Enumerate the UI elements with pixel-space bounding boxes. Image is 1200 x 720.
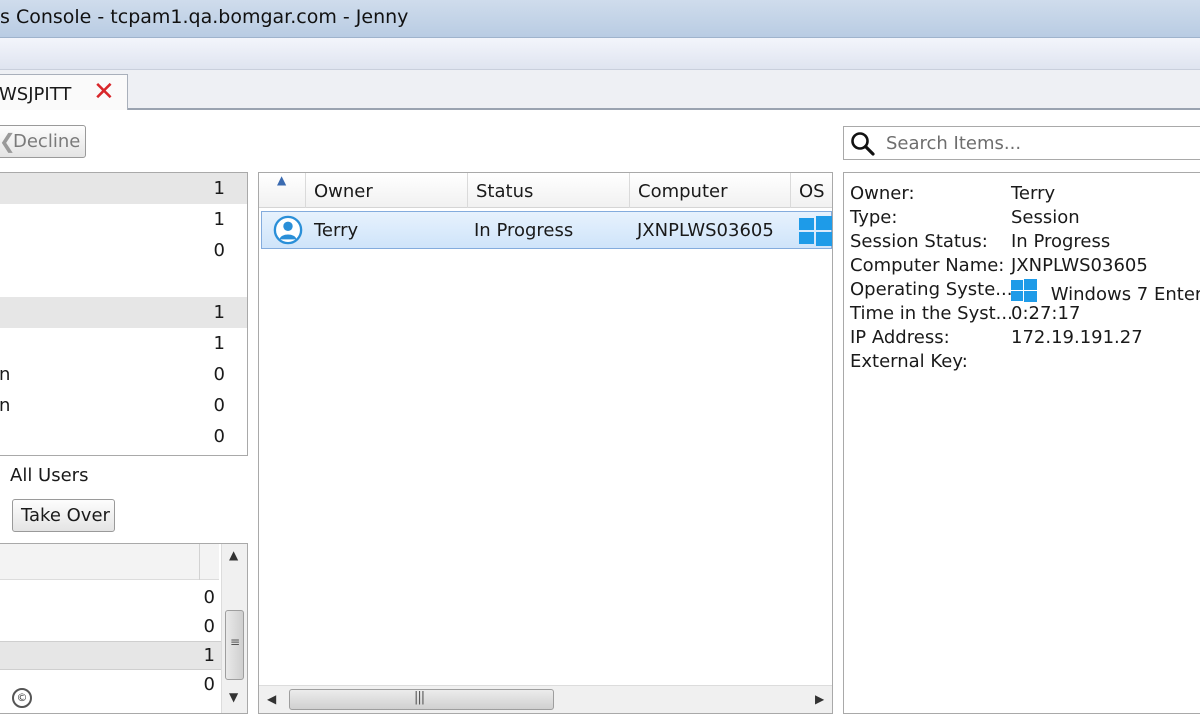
detail-key: IP Address:: [850, 327, 950, 348]
detail-value: 0:27:17: [1011, 303, 1081, 324]
column-header-icon[interactable]: ▲: [259, 173, 306, 208]
sessions-grid: ▲ Owner Status Computer OS Terry In Prog…: [258, 172, 833, 714]
queue-row[interactable]: 0: [0, 421, 247, 452]
queue-row-label: n: [0, 395, 11, 416]
list-item-count: 0: [203, 587, 215, 608]
horizontal-scrollbar[interactable]: ◀ ||| ▶: [259, 685, 832, 713]
list-item-count: 0: [203, 616, 215, 637]
queue-row-count: 0: [213, 395, 225, 416]
session-computer: JXNPLWS03605: [637, 220, 774, 241]
queue-row-count: 0: [213, 364, 225, 385]
column-header-label: Computer: [638, 181, 728, 202]
detail-value: Session: [1011, 207, 1080, 228]
search-input[interactable]: [886, 131, 1186, 155]
detail-value: 172.19.191.27: [1011, 327, 1143, 348]
session-status: In Progress: [474, 220, 574, 241]
queue-list: 1 1 0 1 1 n 0 n 0 0: [0, 172, 248, 456]
menu-bar: [0, 38, 1200, 70]
detail-key: Time in the Syst...: [850, 303, 1013, 324]
column-header-computer[interactable]: Computer: [630, 173, 791, 208]
queue-row[interactable]: 1: [0, 297, 247, 328]
detail-value: Windows 7 Enterp: [1050, 284, 1200, 305]
list-item-count: 1: [203, 645, 215, 666]
window-title: s Console - tcpam1.qa.bomgar.com - Jenny: [0, 6, 409, 28]
detail-key: External Key:: [850, 351, 968, 372]
take-over-button[interactable]: Take Over: [12, 499, 115, 532]
take-over-label: Take Over: [21, 505, 110, 526]
scroll-right-icon[interactable]: ▶: [815, 692, 824, 706]
grip-icon: |||: [414, 690, 425, 705]
column-header-label: Owner: [314, 181, 373, 202]
queue-row[interactable]: 1: [0, 204, 247, 235]
session-tab-label: WSJPITT: [0, 84, 72, 105]
decline-label: Decline: [13, 131, 81, 152]
column-header-status[interactable]: Status: [468, 173, 630, 208]
list-item[interactable]: 0: [0, 613, 221, 642]
detail-key: Owner:: [850, 183, 915, 204]
scroll-left-icon[interactable]: ◀: [267, 692, 276, 706]
windows-icon: [1011, 279, 1037, 302]
column-header-owner[interactable]: Owner: [306, 173, 468, 208]
title-bar: s Console - tcpam1.qa.bomgar.com - Jenny: [0, 0, 1200, 38]
queue-row-count: 0: [213, 426, 225, 447]
close-icon[interactable]: ✕: [93, 77, 115, 107]
scroll-up-icon[interactable]: ▲: [229, 548, 238, 562]
representative-list-header[interactable]: [0, 544, 219, 580]
queue-row-count: 1: [213, 178, 225, 199]
queue-row[interactable]: 1: [0, 173, 247, 204]
list-item[interactable]: 0: [0, 584, 221, 613]
all-users-label: All Users: [10, 465, 89, 486]
detail-value: JXNPLWS03605: [1011, 255, 1148, 276]
scroll-thumb[interactable]: ≡: [225, 610, 244, 680]
detail-value: Terry: [1011, 183, 1056, 204]
chat-icon[interactable]: ©: [12, 688, 32, 708]
column-header-label: Status: [476, 181, 534, 202]
detail-key: Session Status:: [850, 231, 988, 252]
session-tab[interactable]: WSJPITT ✕: [0, 74, 128, 112]
vertical-scrollbar[interactable]: ▲ ≡ ▼: [221, 544, 247, 713]
session-tab-strip: WSJPITT ✕: [0, 70, 1200, 112]
queue-row-count: 1: [213, 209, 225, 230]
representative-list: 0 0 1 0 ▲ ≡ ▼: [0, 543, 248, 714]
queue-row[interactable]: n 0: [0, 390, 247, 421]
column-header-label: OS: [799, 181, 825, 202]
table-row[interactable]: Terry In Progress JXNPLWS03605: [261, 211, 832, 249]
column-header-os[interactable]: OS: [791, 173, 832, 208]
queue-row-count: 1: [213, 333, 225, 354]
list-item[interactable]: 1: [0, 641, 221, 670]
decline-button[interactable]: ❮ Decline: [0, 125, 86, 158]
list-item[interactable]: 0: [0, 671, 221, 700]
detail-value: In Progress: [1011, 231, 1111, 252]
queue-row-count: 0: [213, 240, 225, 261]
queue-row[interactable]: 1: [0, 328, 247, 359]
detail-value-wrapper: Windows 7 Enterp: [1011, 279, 1200, 305]
queue-row[interactable]: 0: [0, 235, 247, 266]
queue-row: [0, 266, 247, 297]
detail-key: Operating Syste...: [850, 279, 1013, 300]
column-separator: [199, 544, 200, 580]
scroll-thumb[interactable]: |||: [289, 689, 554, 710]
queue-row-label: n: [0, 364, 11, 385]
sessions-grid-header: ▲ Owner Status Computer OS: [259, 173, 832, 208]
detail-key: Computer Name:: [850, 255, 1005, 276]
session-owner: Terry: [314, 220, 359, 241]
grip-icon: ≡: [230, 635, 241, 649]
sort-ascending-icon: ▲: [277, 173, 287, 187]
session-details-panel: Owner: Terry Type: Session Session Statu…: [843, 172, 1200, 714]
queue-row[interactable]: n 0: [0, 359, 247, 390]
search-icon: [851, 132, 875, 156]
scroll-down-icon[interactable]: ▼: [229, 690, 238, 704]
user-avatar-icon: [273, 215, 303, 245]
detail-key: Type:: [850, 207, 898, 228]
search-box[interactable]: [843, 126, 1200, 160]
queue-row-count: 1: [213, 302, 225, 323]
windows-icon: [799, 216, 832, 246]
list-item-count: 0: [203, 674, 215, 695]
